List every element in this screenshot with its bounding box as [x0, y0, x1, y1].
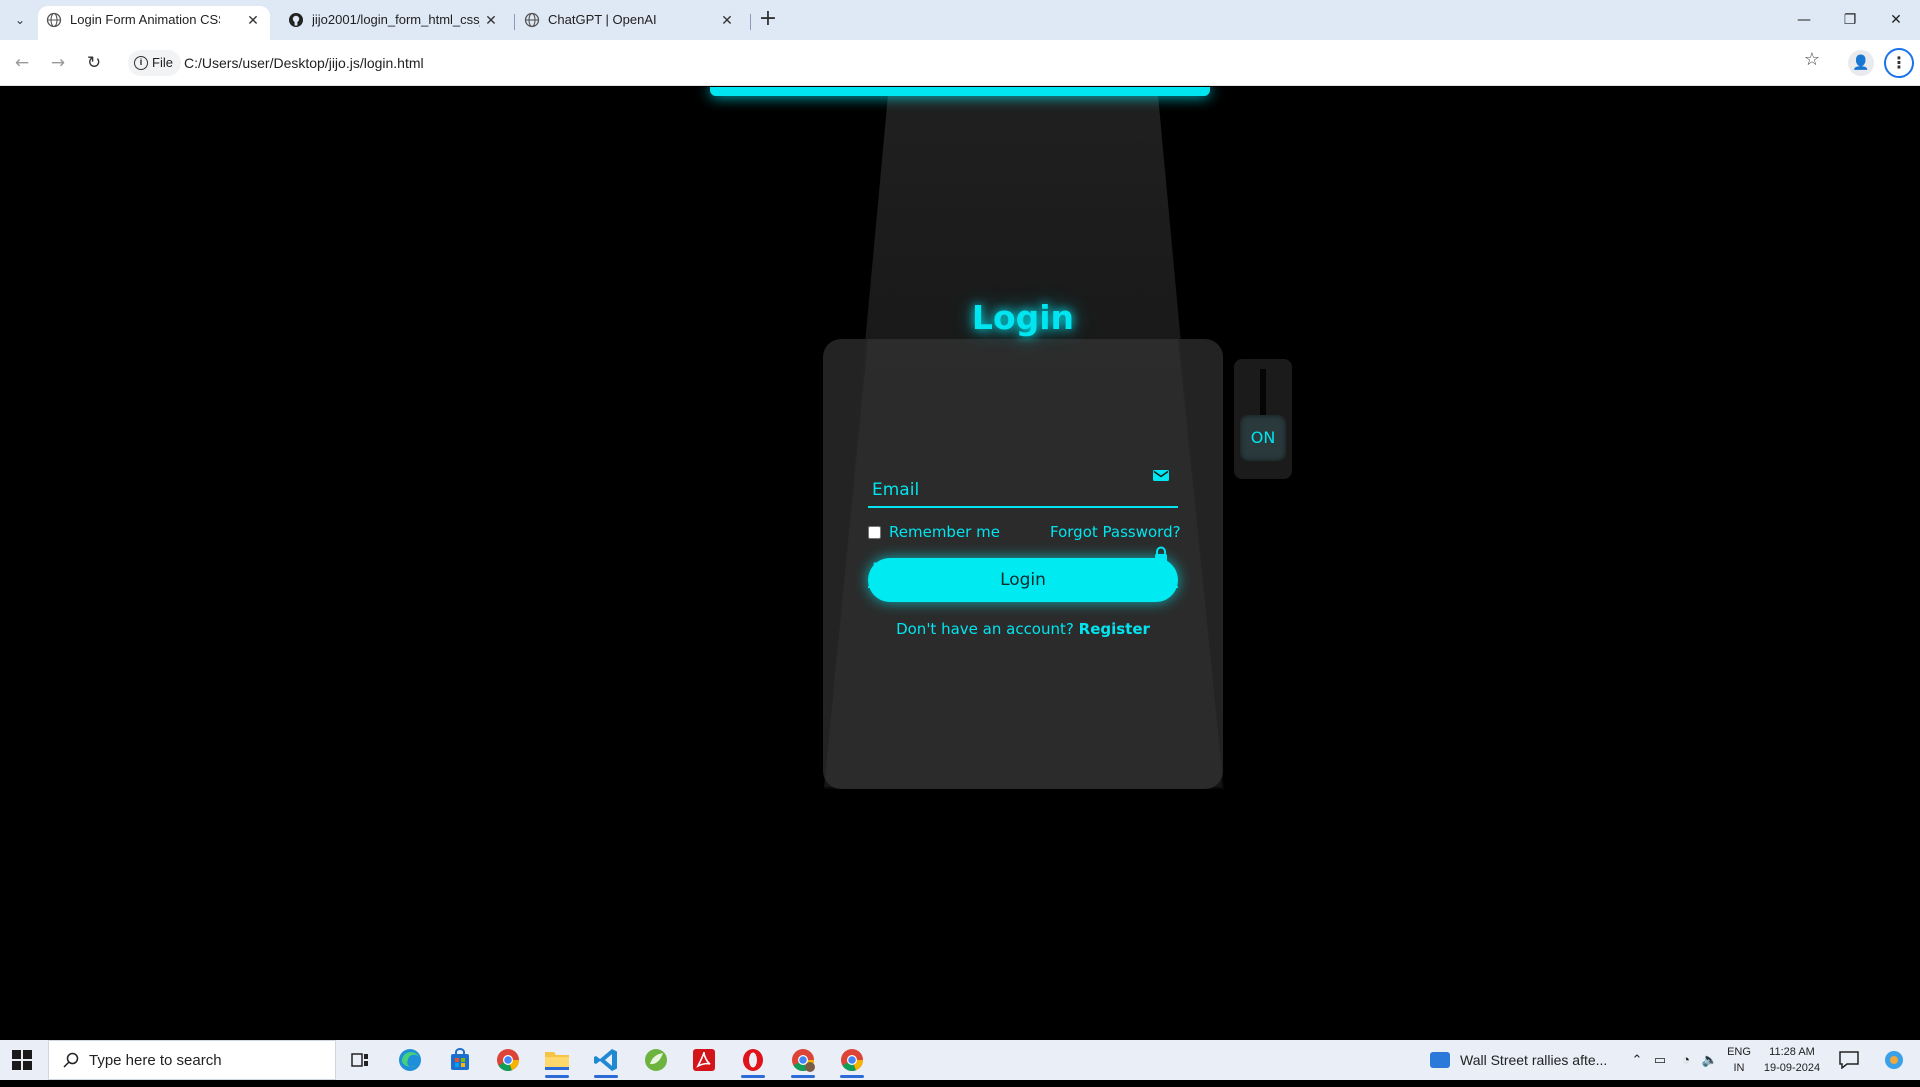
login-title: Login [971, 298, 1075, 337]
clock[interactable]: 11:28 AM 19-09-2024 [1756, 1044, 1828, 1076]
remember-me[interactable]: Remember me [868, 521, 1000, 543]
restore-button[interactable]: ❐ [1830, 6, 1870, 34]
tray-chevron-up-icon[interactable]: ⌃ [1626, 1040, 1648, 1080]
edge-icon[interactable] [394, 1044, 426, 1076]
chrome-profile-icon[interactable] [787, 1044, 819, 1078]
tab-github-repo[interactable]: jijo2001/login_form_html_css_js ✕ [280, 6, 508, 40]
new-tab-button[interactable]: + [758, 8, 778, 32]
reload-icon[interactable]: ↻ [82, 51, 106, 75]
active-indicator [594, 1075, 618, 1078]
tab-title: ChatGPT | OpenAI [548, 12, 657, 27]
taskbar-search[interactable]: Type here to search [48, 1040, 336, 1080]
forward-arrow-icon[interactable]: → [46, 51, 70, 75]
acrobat-icon[interactable] [688, 1044, 720, 1076]
info-icon: i [134, 56, 148, 70]
login-button[interactable]: Login [868, 558, 1178, 602]
notification-icon[interactable] [1834, 1040, 1864, 1080]
tab-chatgpt[interactable]: ChatGPT | OpenAI ✕ [516, 6, 744, 40]
lamp-bar [710, 87, 1210, 96]
forgot-password-link[interactable]: Forgot Password? [1050, 521, 1181, 543]
close-window-button[interactable]: ✕ [1876, 6, 1916, 34]
switch-knob[interactable]: ON [1240, 415, 1286, 461]
register-line: Don't have an account? Register [823, 620, 1223, 638]
bookmark-star-icon[interactable]: ☆ [1800, 48, 1824, 72]
vscode-icon[interactable] [590, 1044, 622, 1078]
clock-date: 19-09-2024 [1763, 1062, 1821, 1074]
active-indicator [545, 1075, 569, 1078]
lamp-switch[interactable]: ON [1234, 359, 1292, 479]
search-icon [63, 1052, 79, 1068]
copilot-icon[interactable] [1874, 1040, 1914, 1080]
windows-start-icon[interactable] [12, 1050, 32, 1070]
search-placeholder: Type here to search [89, 1052, 222, 1069]
news-headline: Wall Street rallies afte... [1460, 1052, 1608, 1068]
news-widget[interactable]: Wall Street rallies afte... [1428, 1040, 1607, 1080]
tab-login-form[interactable]: Login Form Animation CSS | Co ✕ [38, 6, 270, 40]
news-icon [1430, 1052, 1450, 1068]
profile-avatar-icon[interactable]: 👤 [1848, 50, 1874, 76]
more-menu-icon[interactable]: ⋮ [1884, 48, 1914, 78]
switch-slot [1260, 369, 1266, 415]
tab-title: jijo2001/login_form_html_css_js [312, 12, 480, 27]
close-icon[interactable]: ✕ [244, 6, 262, 34]
language-indicator[interactable]: ENG IN [1722, 1044, 1756, 1076]
active-indicator [741, 1075, 765, 1078]
address-bar[interactable]: i File C:/Users/user/Desktop/jijo.js/log… [124, 46, 1834, 80]
register-link[interactable]: Register [1079, 620, 1150, 638]
file-explorer-icon[interactable] [541, 1044, 573, 1078]
active-indicator [791, 1075, 815, 1078]
clock-time: 11:28 AM [1769, 1046, 1815, 1058]
active-indicator [840, 1075, 864, 1078]
browser-toolbar: ← → ↻ i File C:/Users/user/Desktop/jijo.… [0, 40, 1920, 86]
email-field[interactable] [868, 456, 1178, 506]
globe-icon [46, 12, 62, 28]
close-icon[interactable]: ✕ [482, 6, 500, 34]
envelope-icon [1153, 470, 1169, 481]
site-info-chip[interactable]: i File [128, 50, 181, 76]
tab-title: Login Form Animation CSS | Co [70, 12, 220, 27]
chrome-active-icon[interactable] [836, 1044, 868, 1078]
lang-region: IN [1733, 1062, 1745, 1074]
github-icon [289, 13, 303, 27]
remember-label[interactable]: Remember me [889, 523, 1000, 541]
back-arrow-icon[interactable]: ← [10, 51, 34, 75]
network-icon[interactable]: ◔ [1674, 1040, 1698, 1080]
opera-icon[interactable] [737, 1044, 769, 1078]
tab-separator [750, 14, 751, 30]
meet-now-icon[interactable]: ▭ [1648, 1040, 1672, 1080]
lang-code: ENG [1727, 1046, 1751, 1058]
remember-checkbox[interactable] [868, 525, 881, 539]
tab-search-chevron-icon[interactable]: ⌄ [8, 8, 32, 32]
tab-separator [514, 14, 515, 30]
spring-icon[interactable] [640, 1044, 672, 1076]
chip-label: File [152, 55, 173, 70]
url-text[interactable]: C:/Users/user/Desktop/jijo.js/login.html [184, 46, 424, 80]
taskbar: Type here to search Wall Street rallies … [0, 1040, 1920, 1080]
store-icon[interactable] [444, 1044, 476, 1076]
globe-icon [524, 12, 540, 28]
minimize-button[interactable]: — [1784, 6, 1824, 34]
task-view-icon[interactable] [344, 1044, 376, 1076]
register-prompt: Don't have an account? [896, 620, 1074, 638]
close-icon[interactable]: ✕ [718, 6, 736, 34]
volume-icon[interactable]: 🔈 [1698, 1040, 1722, 1080]
email-field-group [868, 456, 1178, 508]
chrome-icon[interactable] [492, 1044, 524, 1076]
browser-tab-bar: ⌄ Login Form Animation CSS | Co ✕ jijo20… [0, 0, 1920, 40]
